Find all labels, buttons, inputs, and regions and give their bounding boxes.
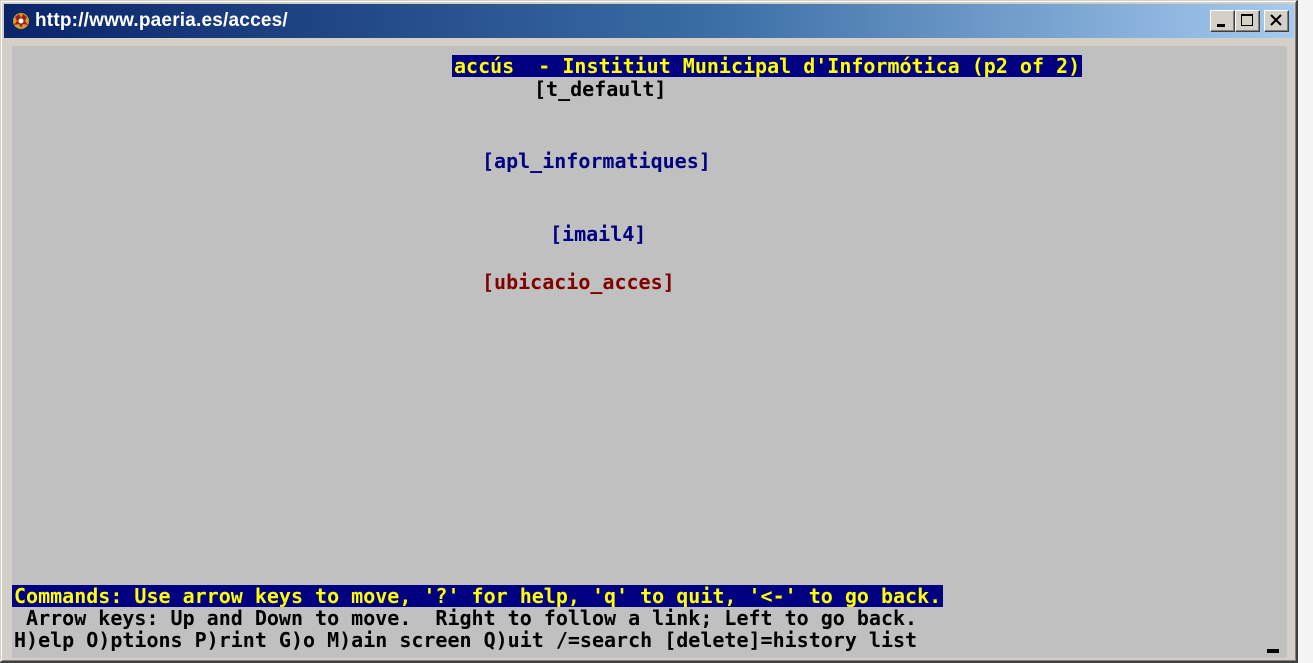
link-ubicacio-acces[interactable]: [ubicacio_acces]	[482, 271, 675, 293]
link-imail4[interactable]: [imail4]	[550, 223, 646, 245]
minimize-button[interactable]	[1210, 10, 1235, 32]
window-title: http://www.paeria.es/acces/	[35, 10, 288, 31]
text-cursor	[1267, 649, 1279, 653]
app-window: http://www.paeria.es/acces/ accús - Inst…	[0, 0, 1298, 663]
terminal-content: accús - Institiut Municipal d'Informótic…	[12, 46, 1287, 658]
maximize-icon	[1241, 14, 1253, 26]
help-line: Arrow keys: Up and Down to move. Right t…	[14, 606, 918, 630]
close-icon	[1270, 14, 1282, 26]
link-apl-informatiques[interactable]: [apl_informatiques]	[482, 150, 711, 172]
maximize-button[interactable]	[1235, 10, 1260, 32]
commands-bar: Commands: Use arrow keys to move, '?' fo…	[12, 584, 944, 608]
page-header: accús - Institiut Municipal d'Informótic…	[452, 54, 1083, 78]
image-placeholder-t-default: [t_default]	[534, 77, 667, 101]
title-bar[interactable]: http://www.paeria.es/acces/	[4, 4, 1294, 38]
close-button[interactable]	[1264, 10, 1289, 32]
menu-line: H)elp O)ptions P)rint G)o M)ain screen Q…	[14, 628, 918, 652]
app-icon	[11, 11, 31, 31]
minimize-icon	[1217, 24, 1225, 27]
